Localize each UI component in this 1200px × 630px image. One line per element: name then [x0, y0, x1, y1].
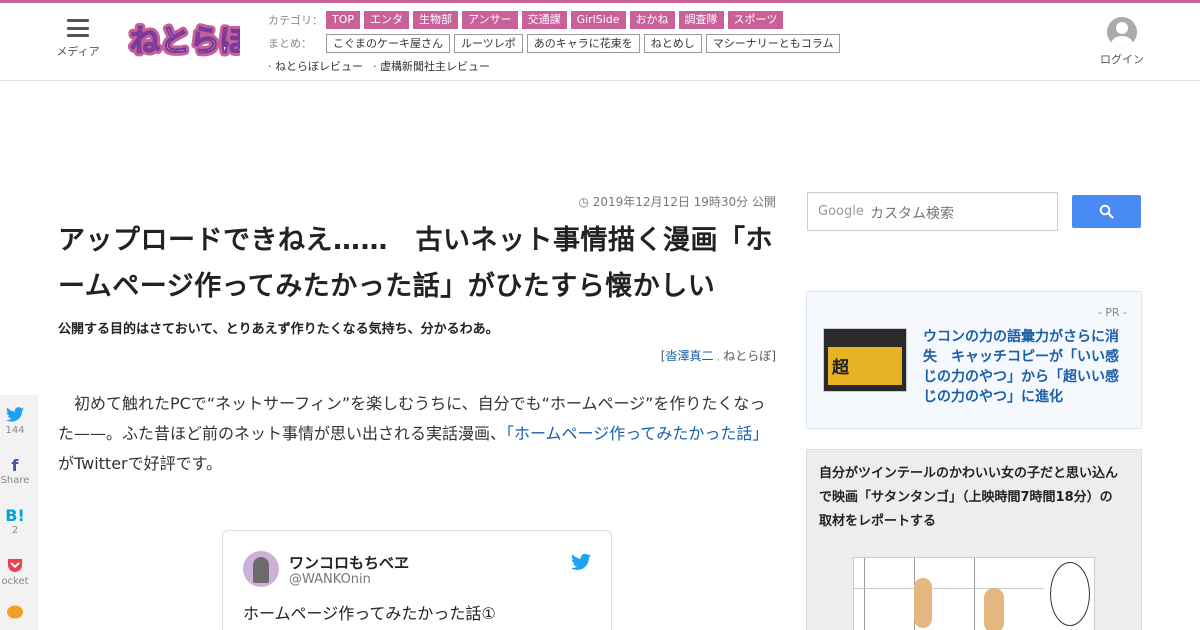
search-button[interactable]	[1072, 195, 1141, 228]
tweet-author-handle[interactable]: @WANKOnin	[289, 572, 371, 587]
login-button[interactable]: ログイン	[1092, 17, 1152, 67]
category-okane[interactable]: おかね	[629, 11, 675, 29]
category-answer[interactable]: アンサー	[462, 11, 518, 29]
byline: [沓澤真二, ねとらぼ]	[660, 349, 776, 363]
hamburger-icon	[67, 19, 89, 37]
facebook-share-label: Share	[0, 475, 30, 486]
hatena-share-count: 2	[11, 525, 19, 536]
facebook-share-button[interactable]: f Share	[0, 456, 30, 487]
share-bar: 144 f Share B! 2 ocket	[0, 395, 38, 630]
pr-thumbnail[interactable]: 超	[823, 328, 907, 392]
speech-bubble	[1050, 562, 1090, 626]
speech-bubble-icon	[7, 605, 23, 619]
pocket-share-button[interactable]: ocket	[0, 557, 30, 587]
review-row: · ねとらぼレビュー · 虚構新聞社主レビュー	[268, 55, 1068, 77]
category-girlside[interactable]: GirlSide	[570, 11, 626, 29]
search-brand-label: Google	[818, 204, 864, 219]
category-label: カテゴリ：	[268, 14, 323, 27]
main-nav: カテゴリ： TOP エンタ 生物部 アンサー 交通課 GirlSide おかね …	[268, 9, 1068, 77]
source-name: ねとらぼ	[723, 349, 772, 363]
matome-row: まとめ： こぐまのケーキ屋さん ルーツレポ あのキャラに花束を ねとめし マシー…	[268, 32, 1068, 54]
feature-headline[interactable]: 自分がツインテールのかわいい女の子だと思い込んで映画「サタンタンゴ」（上映時間7…	[819, 462, 1119, 534]
matome-label: まとめ：	[268, 37, 312, 50]
author-link[interactable]: 沓澤真二	[665, 349, 713, 363]
pr-ad-box[interactable]: - PR - 超 ウコンの力の語彙力がさらに消失 キャッチコピーが「いい感じの力…	[806, 291, 1142, 429]
pocket-icon	[8, 559, 22, 572]
article-subtitle: 公開する目的はさておいて、とりあえず作りたくなる気持ち、分かるわあ。	[58, 322, 499, 337]
matome-machinery[interactable]: マシーナリーともコラム	[705, 33, 841, 53]
twitter-share-count: 144	[5, 425, 25, 436]
tweet-text: ホームページ作ってみたかった話①	[243, 604, 496, 623]
tweet-author-avatar[interactable]	[243, 551, 279, 587]
media-menu-button[interactable]: メディア	[52, 19, 104, 59]
media-menu-label: メディア	[56, 45, 100, 58]
twitter-share-button[interactable]: 144	[0, 407, 30, 436]
site-header: メディア ねとらぼ ねとらぼ カテゴリ： TOP エンタ 生物部 アンサー 交通…	[0, 3, 1200, 81]
pocket-share-label: ocket	[1, 576, 29, 587]
search-icon	[1099, 204, 1114, 219]
matome-netomeshi[interactable]: ねとめし	[643, 33, 702, 53]
category-koutsuuka[interactable]: 交通課	[521, 11, 567, 29]
svg-text:ねとらぼ: ねとらぼ	[130, 24, 240, 59]
publish-date: ◷ 2019年12月12日 19時30分 公開	[578, 195, 776, 209]
matome-hanataba[interactable]: あのキャラに花束を	[526, 33, 640, 53]
search-placeholder: カスタム検索	[870, 206, 954, 222]
hatena-share-button[interactable]: B! 2	[0, 506, 30, 537]
review-kyokou[interactable]: · 虚構新聞社主レビュー	[373, 58, 490, 74]
facebook-icon: f	[11, 456, 19, 475]
article-body: 初めて触れたPCで“ネットサーフィン”を楽しむうちに、自分でも“ホームページ”を…	[58, 394, 769, 473]
article-title: アップロードできねえ…… 古いネット事情描く漫画「ホームページ作ってみたかった話…	[58, 225, 773, 302]
twitter-icon	[6, 407, 24, 422]
site-logo[interactable]: ねとらぼ ねとらぼ	[127, 13, 255, 65]
clock-icon: ◷	[578, 195, 589, 209]
sidebar-feature-article[interactable]: 自分がツインテールのかわいい女の子だと思い込んで映画「サタンタンゴ」（上映時間7…	[806, 449, 1142, 630]
comment-share-button[interactable]	[0, 605, 30, 624]
category-row: カテゴリ： TOP エンタ 生物部 アンサー 交通課 GirlSide おかね …	[268, 9, 1068, 31]
embedded-tweet[interactable]: ワンコロもちべヱ @WANKOnin ホームページ作ってみたかった話①	[222, 530, 612, 630]
tweet-author-name[interactable]: ワンコロもちべヱ	[289, 552, 409, 573]
matome-koguma[interactable]: こぐまのケーキ屋さん	[326, 33, 450, 53]
category-seibutsubu[interactable]: 生物部	[413, 11, 459, 29]
user-avatar-icon	[1107, 17, 1137, 47]
hatena-bookmark-icon: B!	[5, 506, 25, 525]
category-enta[interactable]: エンタ	[364, 11, 410, 29]
login-label: ログイン	[1100, 53, 1144, 66]
pr-headline-link[interactable]: ウコンの力の語彙力がさらに消失 キャッチコピーが「いい感じの力のやつ」から「超い…	[923, 327, 1127, 407]
pr-thumbnail-text: 超	[832, 358, 849, 378]
feature-manga-image[interactable]	[853, 557, 1095, 630]
category-sports[interactable]: スポーツ	[727, 11, 784, 29]
matome-roots[interactable]: ルーツレポ	[454, 33, 523, 53]
site-search-input[interactable]: Google カスタム検索	[807, 192, 1058, 231]
category-top[interactable]: TOP	[326, 11, 361, 29]
review-nlab[interactable]: · ねとらぼレビュー	[268, 58, 363, 74]
twitter-bird-icon[interactable]	[571, 553, 591, 571]
category-chousatai[interactable]: 調査隊	[678, 11, 724, 29]
manga-title-link[interactable]: 「ホームページ作ってみたかった話」	[506, 424, 768, 443]
pr-label: - PR -	[1097, 306, 1127, 319]
